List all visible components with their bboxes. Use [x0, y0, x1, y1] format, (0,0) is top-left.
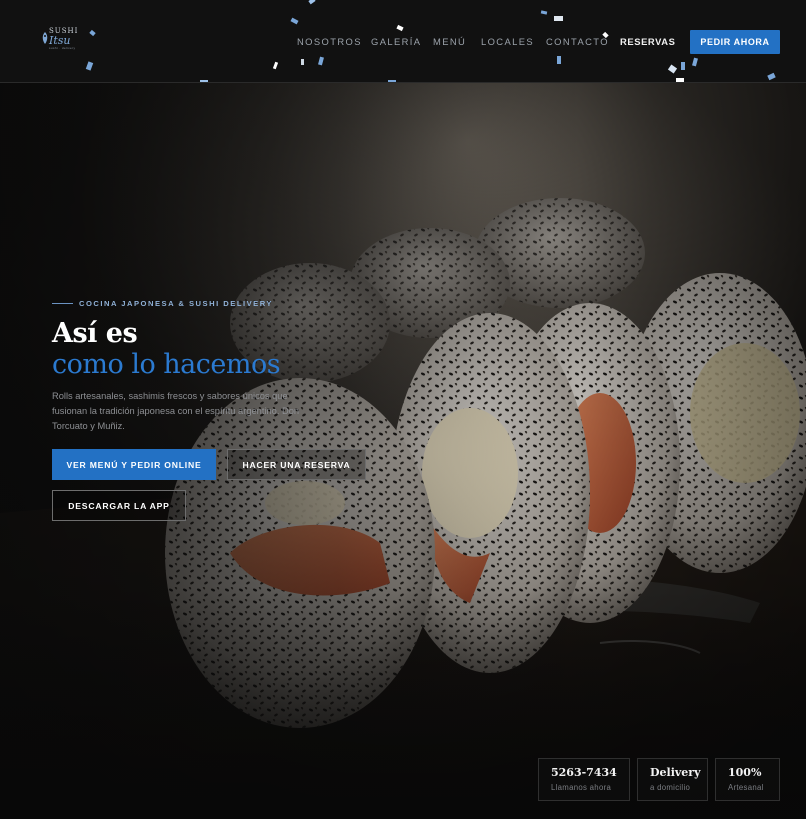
nav-item-contacto[interactable]: CONTACTO: [546, 36, 609, 47]
hero-description: Rolls artesanales, sashimis frescos y sa…: [52, 391, 300, 431]
hero-title: Así es: [52, 318, 138, 349]
stat-phone-label: Llamanos ahora: [551, 783, 612, 792]
site-header: SUSHI Itsu sushi · delivery NOSOTROS GAL…: [0, 0, 806, 83]
confetti-icon: [301, 59, 304, 65]
nav-item-reservas[interactable]: RESERVAS: [620, 36, 676, 47]
confetti-icon: [557, 56, 561, 64]
stat-artisanal-label: Artesanal: [728, 783, 764, 792]
confetti-icon: [667, 64, 678, 74]
confetti-icon: [554, 16, 563, 21]
brand-logo[interactable]: SUSHI Itsu sushi · delivery: [38, 27, 94, 51]
eyebrow-rule: [52, 303, 73, 304]
stat-delivery-value: Delivery: [650, 766, 701, 779]
nav-item-locales[interactable]: LOCALES: [481, 36, 534, 47]
nav-item-menu[interactable]: MENÚ: [433, 36, 466, 47]
stat-artisanal-value: 100%: [728, 766, 762, 779]
confetti-icon: [540, 10, 548, 15]
confetti-icon: [767, 72, 776, 81]
confetti-icon: [290, 17, 299, 25]
download-app-button[interactable]: DESCARGAR LA APP: [52, 490, 186, 521]
nav-item-nosotros[interactable]: NOSOTROS: [297, 36, 362, 47]
confetti-icon: [318, 56, 324, 66]
stat-artisanal: 100% Artesanal: [715, 758, 780, 801]
nav-item-galeria[interactable]: GALERÍA: [371, 36, 421, 47]
confetti-icon: [272, 61, 279, 70]
eyebrow-text: COCINA JAPONESA & SUSHI DELIVERY: [79, 299, 273, 308]
hero-eyebrow: COCINA JAPONESA & SUSHI DELIVERY: [52, 299, 273, 308]
confetti-icon: [681, 62, 685, 70]
view-menu-order-button[interactable]: VER MENÚ Y PEDIR ONLINE: [52, 449, 216, 480]
confetti-icon: [692, 57, 698, 67]
stat-delivery-label: a domicilio: [650, 783, 691, 792]
stat-phone-value: 5263-7434: [551, 766, 617, 779]
stat-delivery: Delivery a domicilio: [637, 758, 708, 801]
order-now-button[interactable]: PEDIR AHORA: [690, 30, 780, 54]
hero-title-accent: como lo hacemos: [52, 349, 281, 380]
header-divider: [0, 82, 806, 83]
brand-tagline: sushi · delivery: [49, 46, 76, 50]
make-reservation-button[interactable]: HACER UNA RESERVA: [227, 449, 366, 480]
stat-phone[interactable]: 5263-7434 Llamanos ahora: [538, 758, 630, 801]
confetti-icon: [308, 0, 316, 5]
confetti-icon: [396, 24, 404, 32]
hero-section: COCINA JAPONESA & SUSHI DELIVERY Así es …: [0, 83, 806, 819]
confetti-icon: [85, 61, 94, 71]
